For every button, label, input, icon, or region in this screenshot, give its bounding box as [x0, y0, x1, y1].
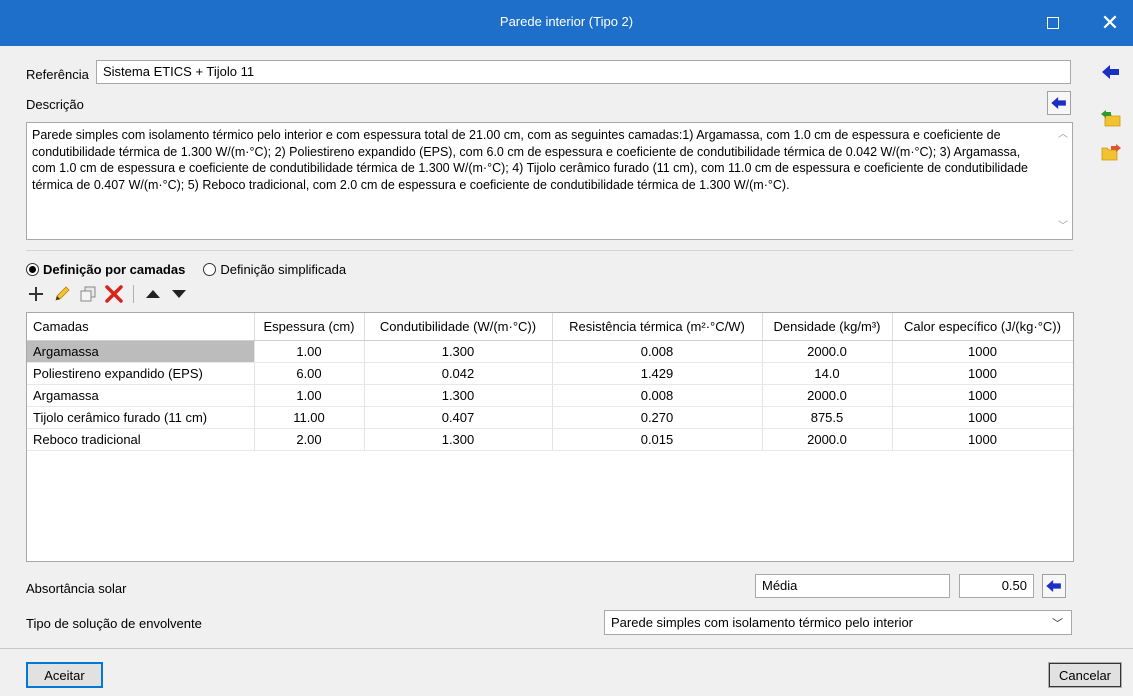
column-header[interactable]: Resistência térmica (m²·°C/W) — [552, 313, 763, 341]
arrow-left-icon — [1046, 580, 1061, 592]
cell-condutibilidade[interactable]: 0.407 — [364, 406, 553, 429]
cell-densidade[interactable]: 2000.0 — [762, 340, 893, 363]
table-row[interactable]: Argamassa 1.00 1.300 0.008 2000.0 1000 — [27, 340, 1073, 363]
referencia-label: Referência — [26, 67, 89, 82]
absortancia-class-field[interactable]: Média — [755, 574, 950, 598]
table-row[interactable]: Tijolo cerâmico furado (11 cm) 11.00 0.4… — [27, 406, 1073, 429]
table-header: Camadas Espessura (cm) Condutibilidade (… — [27, 313, 1073, 341]
cell-densidade[interactable]: 875.5 — [762, 406, 893, 429]
layers-toolbar — [26, 283, 189, 305]
tipo-solucao-select[interactable]: Parede simples com isolamento térmico pe… — [604, 610, 1072, 635]
referencia-input[interactable]: Sistema ETICS + Tijolo 11 — [96, 60, 1071, 84]
window-title: Parede interior (Tipo 2) — [499, 14, 634, 29]
radio-camadas-label[interactable]: Definição por camadas — [43, 262, 185, 277]
cell-camada[interactable]: Reboco tradicional — [27, 428, 255, 451]
descricao-textarea[interactable]: Parede simples com isolamento térmico pe… — [26, 122, 1073, 240]
close-button[interactable]: ✕ — [1087, 0, 1133, 46]
accept-button[interactable]: Aceitar — [26, 662, 103, 688]
cell-espessura[interactable]: 1.00 — [254, 340, 365, 363]
cell-espessura[interactable]: 1.00 — [254, 384, 365, 407]
cell-resistencia[interactable]: 0.270 — [552, 406, 763, 429]
table-row[interactable]: Argamassa 1.00 1.300 0.008 2000.0 1000 — [27, 384, 1073, 407]
descricao-text: Parede simples com isolamento térmico pe… — [32, 128, 1028, 192]
table-row[interactable]: Poliestireno expandido (EPS) 6.00 0.042 … — [27, 362, 1073, 385]
move-down-icon[interactable] — [169, 284, 189, 304]
import-folder-icon[interactable] — [1100, 108, 1122, 128]
cell-espessura[interactable]: 2.00 — [254, 428, 365, 451]
radio-simplificada-label[interactable]: Definição simplificada — [220, 262, 346, 277]
cell-calor[interactable]: 1000 — [892, 340, 1073, 363]
copy-icon[interactable] — [78, 284, 98, 304]
cell-calor[interactable]: 1000 — [892, 362, 1073, 385]
cell-condutibilidade[interactable]: 1.300 — [364, 428, 553, 451]
column-header[interactable]: Espessura (cm) — [254, 313, 365, 341]
column-header[interactable]: Calor específico (J/(kg·°C)) — [892, 313, 1073, 341]
definition-options: Definição por camadas Definição simplifi… — [26, 259, 346, 279]
cell-camada[interactable]: Argamassa — [27, 384, 255, 407]
cell-resistencia[interactable]: 1.429 — [552, 362, 763, 385]
cell-resistencia[interactable]: 0.008 — [552, 384, 763, 407]
cell-espessura[interactable]: 6.00 — [254, 362, 365, 385]
delete-icon[interactable] — [104, 284, 124, 304]
table-row[interactable]: Reboco tradicional 2.00 1.300 0.015 2000… — [27, 428, 1073, 451]
move-up-icon[interactable] — [143, 284, 163, 304]
scroll-down-icon[interactable]: ﹀ — [1058, 219, 1068, 236]
cell-resistencia[interactable]: 0.015 — [552, 428, 763, 451]
footer-divider — [0, 648, 1133, 649]
chevron-down-icon: ﹀ — [1052, 618, 1063, 630]
tipo-solucao-label: Tipo de solução de envolvente — [26, 616, 202, 631]
title-bar: Parede interior (Tipo 2) ✕ — [0, 0, 1133, 46]
column-header[interactable]: Densidade (kg/m³) — [762, 313, 893, 341]
descricao-arrow-button[interactable] — [1047, 91, 1071, 115]
absortancia-arrow-button[interactable] — [1042, 574, 1066, 598]
add-icon[interactable] — [26, 284, 46, 304]
descricao-scrollbar[interactable]: ︿ ﹀ — [1056, 125, 1070, 237]
cell-condutibilidade[interactable]: 1.300 — [364, 340, 553, 363]
cell-densidade[interactable]: 14.0 — [762, 362, 893, 385]
cell-camada[interactable]: Argamassa — [27, 340, 255, 363]
column-header[interactable]: Condutibilidade (W/(m·°C)) — [364, 313, 553, 341]
cell-resistencia[interactable]: 0.008 — [552, 340, 763, 363]
scroll-up-icon[interactable]: ︿ — [1058, 127, 1068, 144]
absortancia-value-field[interactable]: 0.50 — [959, 574, 1034, 598]
window-left-edge — [0, 46, 10, 696]
column-header[interactable]: Camadas — [27, 313, 255, 341]
maximize-button[interactable] — [1030, 0, 1076, 46]
edit-icon[interactable] — [52, 284, 72, 304]
cell-calor[interactable]: 1000 — [892, 406, 1073, 429]
tipo-solucao-value: Parede simples com isolamento térmico pe… — [611, 615, 914, 630]
toolbar-separator — [133, 285, 134, 303]
maximize-icon — [1047, 17, 1059, 29]
descricao-label: Descrição — [26, 97, 84, 112]
export-folder-icon[interactable] — [1100, 142, 1122, 162]
cell-densidade[interactable]: 2000.0 — [762, 384, 893, 407]
cell-calor[interactable]: 1000 — [892, 428, 1073, 451]
radio-simplificada[interactable] — [203, 262, 217, 276]
cell-camada[interactable]: Poliestireno expandido (EPS) — [27, 362, 255, 385]
cell-calor[interactable]: 1000 — [892, 384, 1073, 407]
cell-espessura[interactable]: 11.00 — [254, 406, 365, 429]
layers-table: Camadas Espessura (cm) Condutibilidade (… — [26, 312, 1074, 562]
absortancia-label: Absortância solar — [26, 581, 127, 596]
cell-densidade[interactable]: 2000.0 — [762, 428, 893, 451]
cell-condutibilidade[interactable]: 0.042 — [364, 362, 553, 385]
cancel-button[interactable]: Cancelar — [1048, 662, 1122, 688]
cell-condutibilidade[interactable]: 1.300 — [364, 384, 553, 407]
arrow-left-icon — [1051, 97, 1066, 109]
cell-camada[interactable]: Tijolo cerâmico furado (11 cm) — [27, 406, 255, 429]
radio-camadas[interactable] — [26, 262, 39, 276]
divider — [26, 250, 1073, 251]
arrow-left-icon[interactable] — [1100, 62, 1122, 82]
